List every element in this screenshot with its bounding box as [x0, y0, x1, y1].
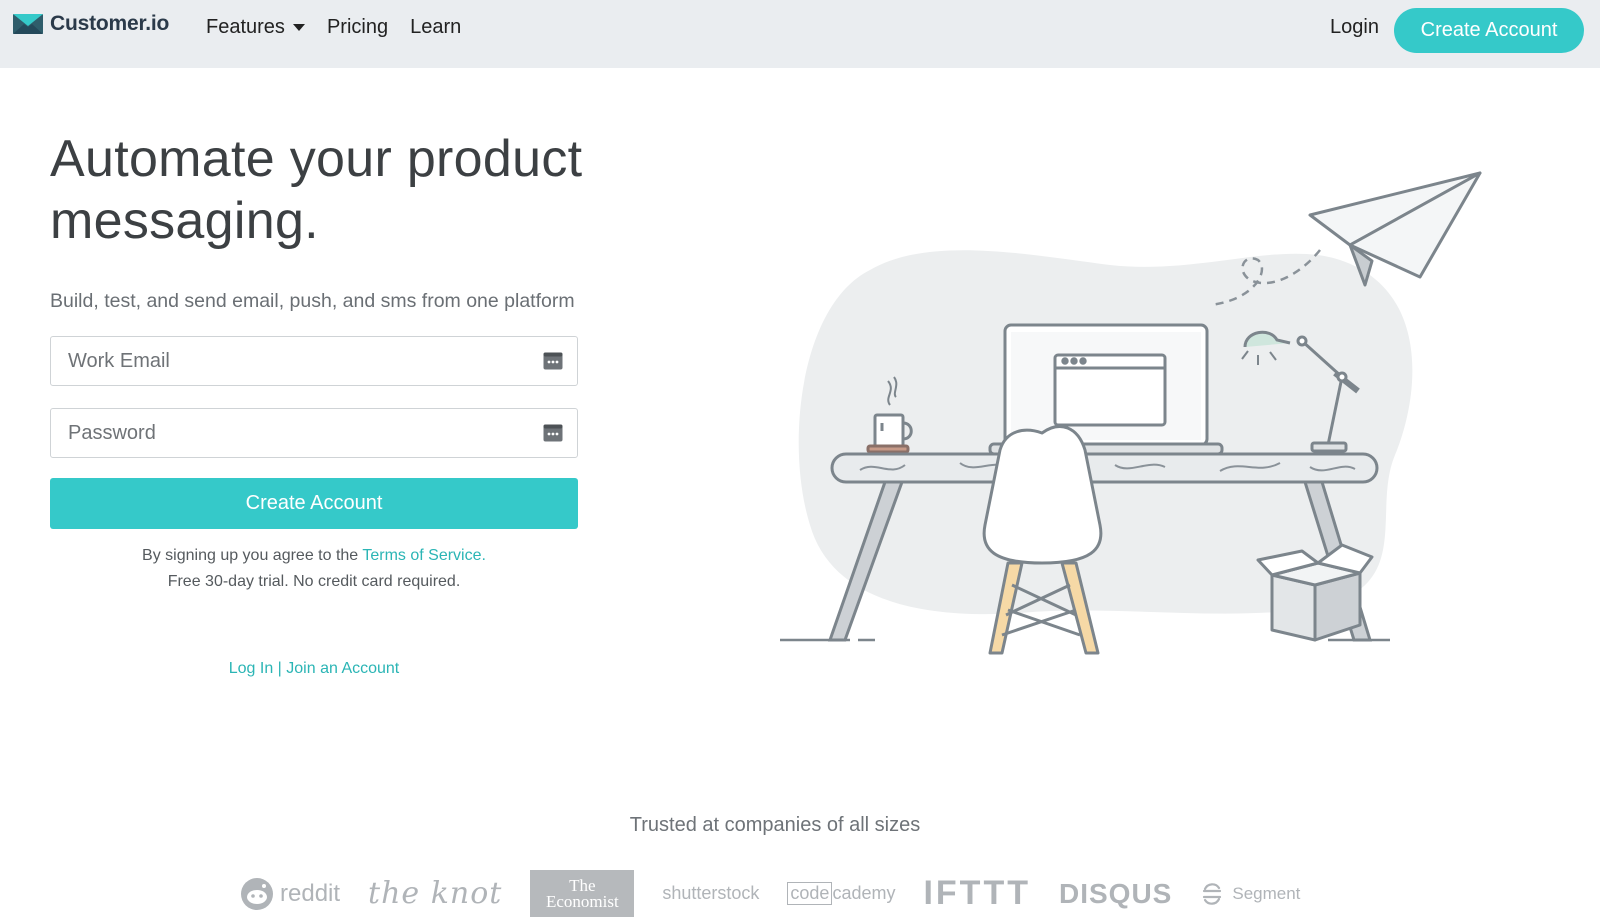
desk-top-shape [830, 452, 1379, 484]
brand-logo[interactable]: Customer.io [12, 12, 169, 36]
auth-links-separator: | [273, 660, 287, 677]
password-input[interactable] [51, 409, 577, 457]
hero-subhead: Build, test, and send email, push, and s… [50, 290, 575, 312]
reddit-logo: reddit [240, 877, 340, 911]
the-knot-logo: the knot [368, 876, 503, 911]
envelope-logo-icon [13, 14, 43, 34]
trusted-heading: Trusted at companies of all sizes [629, 814, 921, 836]
reddit-alien-icon [241, 877, 273, 910]
primary-nav: Features Pricing Learn [206, 16, 461, 39]
legal-prefix: By signing up you agree to the [142, 547, 363, 564]
nav-learn[interactable]: Learn [410, 16, 461, 39]
autofill-key-icon[interactable] [543, 352, 563, 370]
disqus-logo: DISQUS [1059, 877, 1173, 909]
shutterstock-logo: shutterstock [662, 883, 760, 903]
log-in-link[interactable]: Log In [229, 660, 273, 677]
segment-logo: Segment [1200, 882, 1300, 906]
auth-links: Log In | Join an Account [50, 660, 578, 678]
top-navbar: Customer.io Features Pricing Learn Login… [0, 0, 1600, 68]
desk-illustration [780, 171, 1482, 655]
customer-logos-row: reddit the knot The Economist shuttersto… [240, 870, 1300, 917]
segment-logo-text: Segment [1232, 883, 1301, 903]
nav-features-label: Features [206, 16, 285, 38]
ifttt-logo: IFTTT [923, 874, 1031, 912]
join-account-link[interactable]: Join an Account [286, 660, 399, 677]
codecademy-logo-box: code [787, 882, 833, 905]
the-economist-logo: The Economist [530, 870, 635, 917]
autofill-key-icon[interactable] [543, 424, 563, 442]
brand-name: Customer.io [50, 12, 170, 35]
password-field-wrapper [50, 408, 578, 458]
segment-mark-icon [1203, 882, 1222, 905]
legal-suffix: . [481, 547, 486, 564]
chair-icon [982, 425, 1103, 655]
nav-login-link[interactable]: Login [1330, 16, 1379, 39]
signup-legal-text: By signing up you agree to the Terms of … [50, 543, 578, 595]
hero-headline: Automate your product messaging. [50, 130, 583, 250]
reddit-logo-text: reddit [280, 879, 341, 907]
nav-create-account-button[interactable]: Create Account [1394, 8, 1584, 53]
trial-note: Free 30-day trial. No credit card requir… [167, 573, 461, 590]
nav-pricing[interactable]: Pricing [327, 16, 388, 39]
chevron-down-icon [292, 24, 305, 31]
nav-features[interactable]: Features [206, 16, 305, 39]
codecademy-logo-rest: cademy [832, 883, 896, 903]
cardboard-box-icon [1256, 543, 1374, 642]
create-account-button[interactable]: Create Account [50, 478, 578, 529]
terms-of-service-link[interactable]: Terms of Service [362, 547, 481, 564]
email-field-wrapper [50, 336, 578, 386]
work-email-input[interactable] [51, 337, 577, 385]
codecademy-logo: code cademy [787, 882, 895, 905]
economist-line-2: Economist [545, 891, 619, 911]
